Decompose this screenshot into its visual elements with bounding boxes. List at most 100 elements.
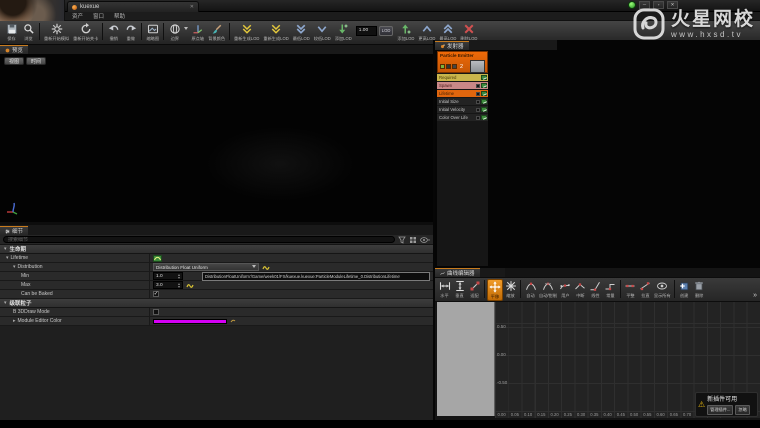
curve-track-panel[interactable] [437,302,495,416]
module-row[interactable]: Required [437,74,488,81]
asset-editor-tab[interactable]: kuexue ✕ [67,1,199,12]
tab-emitters[interactable]: 发射器 [435,41,469,50]
save-button[interactable]: 保存 [3,22,20,44]
color-reset-icon[interactable] [230,318,236,324]
flatten-tangents-button[interactable]: 平整 [623,279,638,301]
max-value-input[interactable]: 3.0 [153,281,183,289]
spinner-arrows-icon[interactable] [178,273,180,280]
redo-button[interactable]: 重做 [122,22,139,44]
row-3d-draw-mode[interactable]: B 3DDraw Mode [0,308,433,317]
eye-view-options-icon[interactable] [420,236,430,244]
pan-button[interactable]: 平移 [487,279,503,301]
regen-lod-button[interactable]: 重新生成LOD [261,22,290,44]
background-color-button[interactable]: 背景颜色 [206,22,227,44]
module-enable-checkbox[interactable] [476,84,480,88]
bounds-dropdown-caret[interactable] [184,27,188,32]
origin-axis-button[interactable]: 原点轴 [189,22,206,44]
can-be-baked-checkbox[interactable]: ✓ [153,291,159,297]
min-value-input[interactable]: 1.0 [153,272,183,280]
tangent-auto-button[interactable]: 自动 [523,279,538,301]
dismiss-button[interactable]: 忽略 [735,405,749,415]
menu-item[interactable]: 帮助 [114,12,125,20]
fit-button[interactable]: 适配 [467,279,482,301]
draw-mode-checkbox[interactable] [153,309,159,315]
restart-level-button[interactable]: 重新开始关卡 [71,22,100,44]
tab-preview[interactable]: 预览 [0,45,28,54]
tangent-linear-button[interactable]: 线性 [588,279,603,301]
emitter-header[interactable]: Particle Emitter 2 [437,51,488,73]
curve-property-icon[interactable] [153,255,162,262]
module-row[interactable]: Initial Velocity [437,106,488,113]
show-all-tangents-button[interactable]: 显示所有 [653,279,672,301]
grid-icon[interactable] [409,236,417,244]
viewport-view-menu-button[interactable]: 视图 [4,57,24,65]
section-header-lifetime[interactable]: ▾ 生命期 [0,245,433,254]
tangent-auto-clamped-button[interactable]: 自动/钳制 [538,279,558,301]
module-curve-button[interactable] [481,91,487,96]
module-curve-button[interactable] [481,115,487,120]
toolbar-separator [163,23,164,40]
module-enable-checkbox[interactable] [476,116,480,120]
menu-item[interactable]: 窗口 [93,12,104,20]
toolbar-overflow-chevron[interactable]: » [753,292,757,299]
tab-details[interactable]: 细节 [0,226,28,235]
tangent-user-button[interactable]: 用户 [558,279,573,301]
delete-tab-button[interactable]: 删除 [692,279,707,301]
section-header-cascade[interactable]: ▾ 级联粒子 [0,299,433,308]
preview-viewport[interactable]: 视图 时间 [0,54,433,222]
module-enable-checkbox[interactable] [476,108,480,112]
row-min[interactable]: Min 1.0 DistributionFloatUniform'/Game/w… [0,272,433,281]
distribution-type-dropdown[interactable]: Distribution Float Uniform [153,263,259,271]
emitter-material-thumbnail[interactable] [470,60,485,73]
undo-button[interactable]: 撤销 [105,22,122,44]
lowest-lod-button[interactable]: 最低LOD [291,22,312,44]
emitter-solo-button[interactable] [446,64,451,69]
module-editor-color-swatch[interactable] [153,319,227,324]
row-module-editor-color[interactable]: ▸Module Editor Color [0,317,433,326]
module-curve-button[interactable] [481,83,487,88]
module-curve-button[interactable] [481,107,487,112]
fit-vertical-button[interactable]: 垂直 [452,279,467,301]
row-distribution[interactable]: ▾Distribution Distribution Float Uniform [0,263,433,272]
module-enable-checkbox[interactable] [476,100,480,104]
distribution-curve-icon[interactable] [186,282,194,289]
menu-item[interactable]: 资产 [72,12,83,20]
module-curve-button[interactable] [481,99,487,104]
viewport-time-menu-button[interactable]: 时间 [26,57,46,65]
module-curve-button[interactable] [481,75,487,80]
regen-lowest-lod-button[interactable]: 重新生成LOD [232,22,261,44]
emitter-enable-checkbox[interactable] [440,64,445,69]
lod-value-input[interactable]: 1.00 [356,26,377,36]
emitter-render-mode-button[interactable] [452,64,457,69]
module-row[interactable]: Color Over Life [437,114,488,121]
create-tab-button[interactable]: 创建 [677,279,692,301]
row-can-be-baked[interactable]: Can be Baked ✓ [0,290,433,299]
restart-sim-button[interactable]: 重新开始模拟 [42,22,71,44]
row-max[interactable]: Max 3.0 [0,281,433,290]
tab-curve-editor[interactable]: 曲线编辑器 [435,268,480,277]
straighten-tangents-button[interactable]: 拉直 [638,279,653,301]
spinner-arrows-icon[interactable] [178,282,180,289]
add-lod-before-button[interactable]: 添加LOD [333,22,354,44]
bounds-button[interactable]: 边界 [166,22,183,44]
x-axis-tick: 0.40 [601,412,614,417]
tab-close-icon[interactable]: ✕ [190,4,194,10]
distribution-curve-icon[interactable] [262,264,270,271]
module-row[interactable]: Initial Size [437,98,488,105]
row-lifetime[interactable]: ▾Lifetime [0,254,433,263]
lower-lod-button[interactable]: 较低LOD [312,22,333,44]
zoom-button[interactable]: 缩放 [503,279,518,301]
thumbnail-button[interactable]: 缩略图 [144,22,161,44]
module-row[interactable]: Spawn [437,82,488,89]
fit-horizontal-button[interactable]: 水平 [437,279,452,301]
tangent-constant-button[interactable]: 常量 [603,279,618,301]
browse-button[interactable]: 浏览 [20,22,37,44]
filter-funnel-icon[interactable] [398,236,406,244]
details-search-input[interactable] [3,236,395,243]
add-lod-after-button[interactable]: 添加LOD [395,22,416,44]
manage-plugins-button[interactable]: 管理插件... [707,405,733,415]
toolbar-separator [674,280,675,298]
module-enable-checkbox[interactable] [476,92,480,96]
module-row[interactable]: Lifetime [437,90,488,97]
tangent-break-button[interactable]: 中断 [573,279,588,301]
